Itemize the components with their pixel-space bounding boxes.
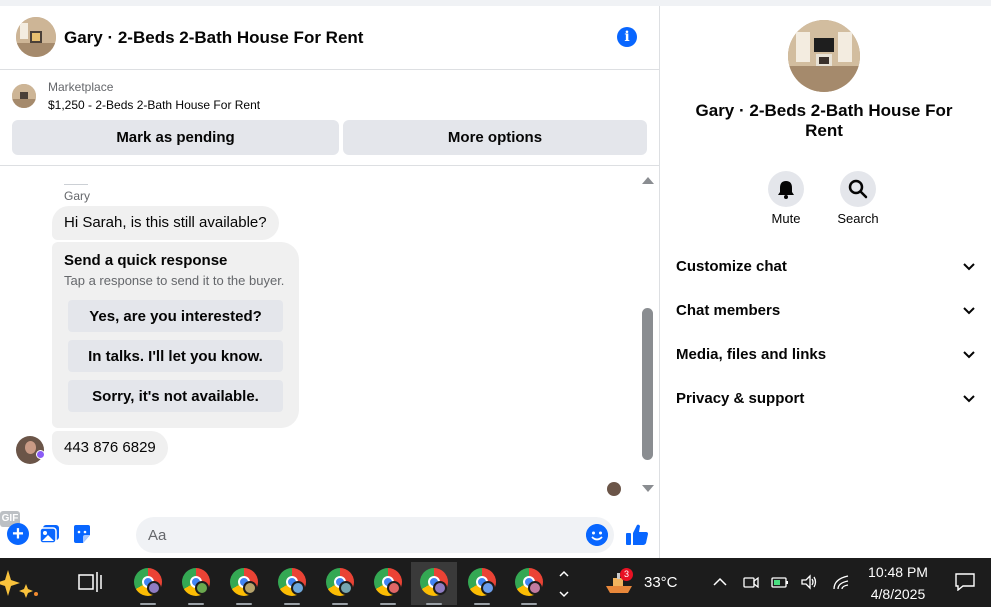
- info-icon[interactable]: i: [617, 27, 637, 47]
- widgets-icon[interactable]: [0, 566, 48, 600]
- more-options-button[interactable]: More options: [343, 120, 647, 155]
- running-indicator: [188, 603, 204, 605]
- mute-label: Mute: [771, 211, 801, 226]
- taskbar-chrome-1[interactable]: [125, 562, 171, 605]
- notification-icon[interactable]: [955, 573, 975, 591]
- marketplace-label: Marketplace: [48, 80, 114, 94]
- running-indicator: [140, 603, 156, 605]
- sender-divider: [64, 184, 88, 185]
- seen-indicator-avatar: [607, 482, 621, 496]
- section-label: Chat members: [676, 302, 781, 319]
- emoji-icon[interactable]: [586, 524, 608, 546]
- taskbar-chrome-4[interactable]: [269, 562, 315, 605]
- taskbar-chrome-2[interactable]: [173, 562, 219, 605]
- battery-icon[interactable]: [771, 573, 789, 591]
- quick-response-talks-button[interactable]: In talks. I'll let you know.: [68, 340, 283, 372]
- message-input[interactable]: [136, 517, 614, 553]
- running-indicator: [284, 603, 300, 605]
- listing-thumbnail[interactable]: [12, 84, 36, 108]
- camera-icon[interactable]: [742, 573, 760, 591]
- section-media-files-links[interactable]: Media, files and links: [676, 337, 976, 373]
- chevron-up-icon[interactable]: [711, 573, 729, 591]
- quick-response-title: Send a quick response: [64, 252, 228, 269]
- taskbar-scroll-icon[interactable]: [557, 562, 571, 604]
- buyer-status-badge: [36, 450, 45, 459]
- section-label: Privacy & support: [676, 390, 805, 407]
- thumbs-up-icon[interactable]: [624, 522, 650, 548]
- section-chat-members[interactable]: Chat members: [676, 293, 976, 329]
- running-indicator: [236, 603, 252, 605]
- profile-badge: [291, 581, 305, 595]
- profile-badge: [387, 581, 401, 595]
- taskbar-chrome-6[interactable]: [365, 562, 411, 605]
- chat-header: Gary · 2-Beds 2-Bath House For Rent i: [0, 6, 659, 70]
- windows-taskbar: 3 33°C 10:48 PM 4/8/2025: [0, 558, 991, 607]
- marketplace-banner: Marketplace $1,250 - 2-Beds 2-Bath House…: [0, 70, 659, 166]
- profile-badge: [339, 581, 353, 595]
- composer-bar: + GIF: [0, 511, 659, 558]
- message-bubble-reply[interactable]: 443 876 6829: [52, 431, 168, 465]
- weather-badge: 3: [620, 568, 633, 581]
- listing-avatar[interactable]: [16, 17, 56, 57]
- task-view-icon[interactable]: [78, 571, 102, 593]
- profile-badge: [481, 581, 495, 595]
- section-label: Customize chat: [676, 258, 787, 275]
- chat-details-panel: Gary · 2-Beds 2-Bath House For Rent Mute…: [660, 6, 991, 558]
- listing-title[interactable]: $1,250 - 2-Beds 2-Bath House For Rent: [48, 98, 260, 112]
- sender-name: Gary: [64, 189, 91, 203]
- clock-date[interactable]: 4/8/2025: [860, 586, 936, 602]
- bell-icon: [778, 181, 794, 199]
- running-indicator: [332, 603, 348, 605]
- scroll-up-icon[interactable]: [640, 174, 656, 186]
- quick-response-card: Send a quick response Tap a response to …: [52, 242, 299, 428]
- plus-icon[interactable]: +: [7, 523, 29, 545]
- running-indicator: [474, 603, 490, 605]
- section-label: Media, files and links: [676, 346, 827, 363]
- search-button[interactable]: [840, 171, 876, 207]
- profile-badge: [147, 581, 161, 595]
- profile-badge: [243, 581, 257, 595]
- quick-response-yes-button[interactable]: Yes, are you interested?: [68, 300, 283, 332]
- running-indicator: [521, 603, 537, 605]
- profile-badge: [433, 581, 447, 595]
- quick-response-sorry-button[interactable]: Sorry, it's not available.: [68, 380, 283, 412]
- mute-button[interactable]: [768, 171, 804, 207]
- chat-pane: Gary · 2-Beds 2-Bath House For Rent i Ma…: [0, 6, 660, 558]
- taskbar-chrome-7-active[interactable]: [411, 562, 457, 605]
- quick-response-subtitle: Tap a response to send it to the buyer.: [64, 273, 285, 288]
- profile-badge: [195, 581, 209, 595]
- message-list: Gary Hi Sarah, is this still available? …: [0, 166, 640, 502]
- clock-time[interactable]: 10:48 PM: [860, 564, 936, 580]
- search-icon: [848, 179, 868, 199]
- running-indicator: [380, 603, 396, 605]
- chevron-down-icon: [963, 263, 975, 271]
- listing-avatar-large[interactable]: [788, 20, 860, 92]
- chevron-down-icon: [963, 351, 975, 359]
- sticker-icon[interactable]: [71, 523, 93, 545]
- section-privacy-support[interactable]: Privacy & support: [676, 381, 976, 417]
- mark-pending-button[interactable]: Mark as pending: [12, 120, 339, 155]
- wifi-icon[interactable]: [832, 573, 850, 591]
- taskbar-chrome-8[interactable]: [459, 562, 505, 605]
- chevron-down-icon: [963, 307, 975, 315]
- chevron-down-icon: [963, 395, 975, 403]
- chat-title[interactable]: Gary · 2-Beds 2-Bath House For Rent: [64, 28, 363, 48]
- chat-name: Gary · 2-Beds 2-Bath House For Rent: [695, 101, 953, 140]
- running-indicator: [426, 603, 442, 605]
- temperature[interactable]: 33°C: [644, 574, 678, 591]
- buyer-face: [25, 441, 36, 454]
- profile-badge: [528, 581, 542, 595]
- messenger-window: Gary · 2-Beds 2-Bath House For Rent i Ma…: [0, 0, 991, 607]
- taskbar-chrome-3[interactable]: [221, 562, 267, 605]
- section-customize-chat[interactable]: Customize chat: [676, 249, 976, 285]
- message-bubble[interactable]: Hi Sarah, is this still available?: [52, 206, 279, 240]
- taskbar-chrome-9[interactable]: [506, 562, 552, 605]
- taskbar-chrome-5[interactable]: [317, 562, 363, 605]
- scroll-down-icon[interactable]: [640, 482, 656, 494]
- search-label: Search: [837, 211, 879, 226]
- scrollbar-thumb[interactable]: [642, 308, 653, 460]
- gallery-icon[interactable]: [39, 523, 61, 545]
- volume-icon[interactable]: [800, 573, 818, 591]
